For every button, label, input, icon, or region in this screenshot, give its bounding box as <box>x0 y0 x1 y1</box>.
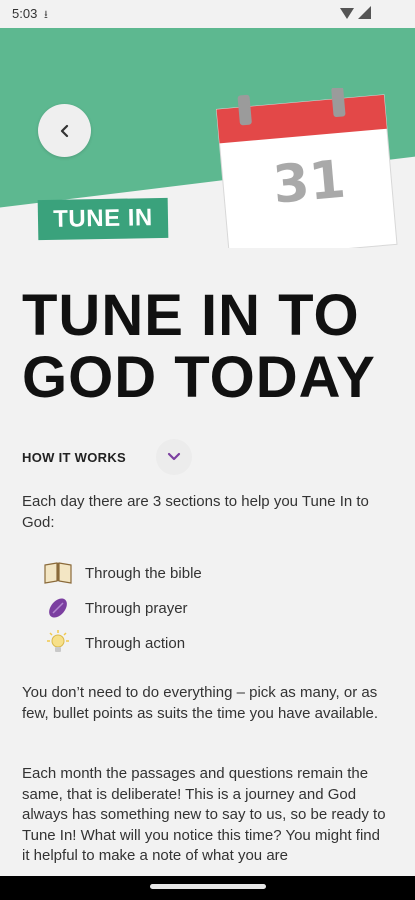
list-item-label: Through prayer <box>85 599 188 617</box>
calendar-icon: 31 <box>216 88 398 248</box>
page-title: TUNE IN TO GOD TODAY <box>22 283 376 410</box>
list-item-label: Through action <box>85 634 186 652</box>
section-tag: TUNE IN <box>37 197 169 241</box>
list-item-prayer: Through prayer <box>42 591 342 625</box>
signal-icon <box>358 6 371 19</box>
list-item-label: Through the bible <box>85 564 202 582</box>
list-item-bible: Through the bible <box>42 556 342 590</box>
lightbulb-icon <box>42 629 74 657</box>
chevron-down-icon <box>167 452 181 461</box>
back-button[interactable] <box>38 104 91 157</box>
how-it-works-toggle[interactable]: HOW IT WORKS <box>22 439 222 475</box>
system-nav-bar <box>0 876 415 900</box>
status-time: 5:03 <box>12 6 38 21</box>
monthly-text: Each month the passages and questions re… <box>22 765 386 864</box>
chevron-left-icon <box>60 124 68 137</box>
home-gesture-handle[interactable] <box>150 884 266 889</box>
download-icon: ⭳ <box>44 9 48 21</box>
praying-hands-icon <box>42 594 74 622</box>
list-item-action: Through action <box>42 626 342 660</box>
sections-list: Through the bible Through prayer Through… <box>42 556 342 661</box>
open-book-icon <box>42 559 74 587</box>
intro-text: Each day there are 3 sections to help yo… <box>22 493 369 531</box>
guidance-text: You don’t need to do everything – pick a… <box>22 684 379 722</box>
calendar-day: 31 <box>271 150 348 216</box>
how-it-works-label: HOW IT WORKS <box>22 449 126 465</box>
status-bar: 5:03 ⭳ <box>0 0 415 28</box>
expand-button[interactable] <box>156 439 192 475</box>
wifi-icon <box>340 8 354 19</box>
